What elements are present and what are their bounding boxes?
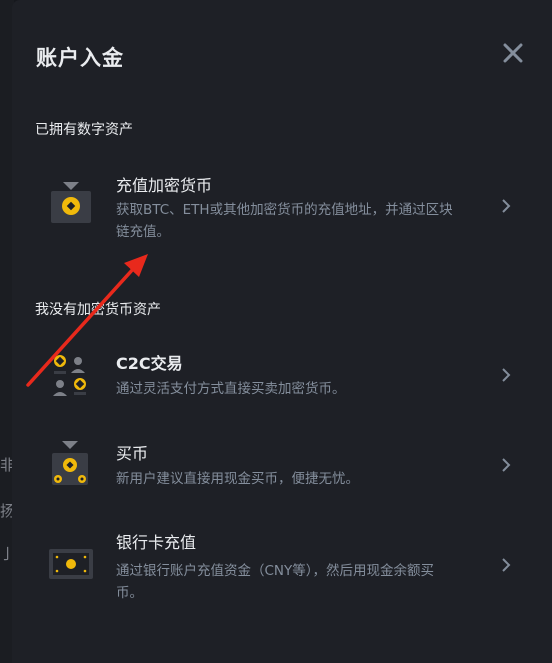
deposit-crypto-option[interactable]: 充值加密货币 获取BTC、ETH或其他加密货币的充值地址，并通过区块链充值。: [12, 166, 552, 246]
option-title: 银行卡充值: [116, 533, 197, 552]
dialog-header: 账户入金: [36, 42, 524, 72]
buy-crypto-option[interactable]: 买币 新用户建议直接用现金买币，便捷无忧。: [12, 435, 552, 495]
c2c-trade-icon: [48, 351, 94, 397]
option-description: 通过银行账户充值资金（CNY等），然后用现金余额买币。: [116, 563, 435, 601]
close-icon[interactable]: [502, 42, 524, 64]
option-title: C2C交易: [116, 354, 183, 373]
section-label-has-assets: 已拥有数字资产: [35, 122, 133, 138]
option-description: 获取BTC、ETH或其他加密货币的充值地址，并通过区块链充值。: [116, 202, 453, 240]
chevron-right-icon: [500, 557, 512, 573]
c2c-trade-option[interactable]: C2C交易 通过灵活支付方式直接买卖加密货币。: [12, 345, 552, 405]
section-label-no-assets: 我没有加密货币资产: [35, 302, 161, 318]
dialog-title: 账户入金: [36, 46, 124, 70]
deposit-crypto-icon: [48, 180, 94, 226]
option-title: 买币: [116, 444, 149, 463]
chevron-right-icon: [500, 457, 512, 473]
option-title: 充值加密货币: [116, 176, 213, 195]
deposit-dialog: 账户入金 已拥有数字资产 充值加密货币 获取BTC、ETH或其他加密货币的充值地…: [12, 0, 552, 663]
bank-card-deposit-option[interactable]: 银行卡充值 通过银行账户充值资金（CNY等），然后用现金余额买币。: [12, 525, 552, 605]
chevron-right-icon: [500, 198, 512, 214]
buy-crypto-icon: [48, 441, 94, 487]
chevron-right-icon: [500, 367, 512, 383]
option-description: 新用户建议直接用现金买币，便捷无忧。: [116, 471, 359, 487]
option-description: 通过灵活支付方式直接买卖加密货币。: [116, 381, 346, 397]
bank-card-icon: [48, 541, 94, 587]
